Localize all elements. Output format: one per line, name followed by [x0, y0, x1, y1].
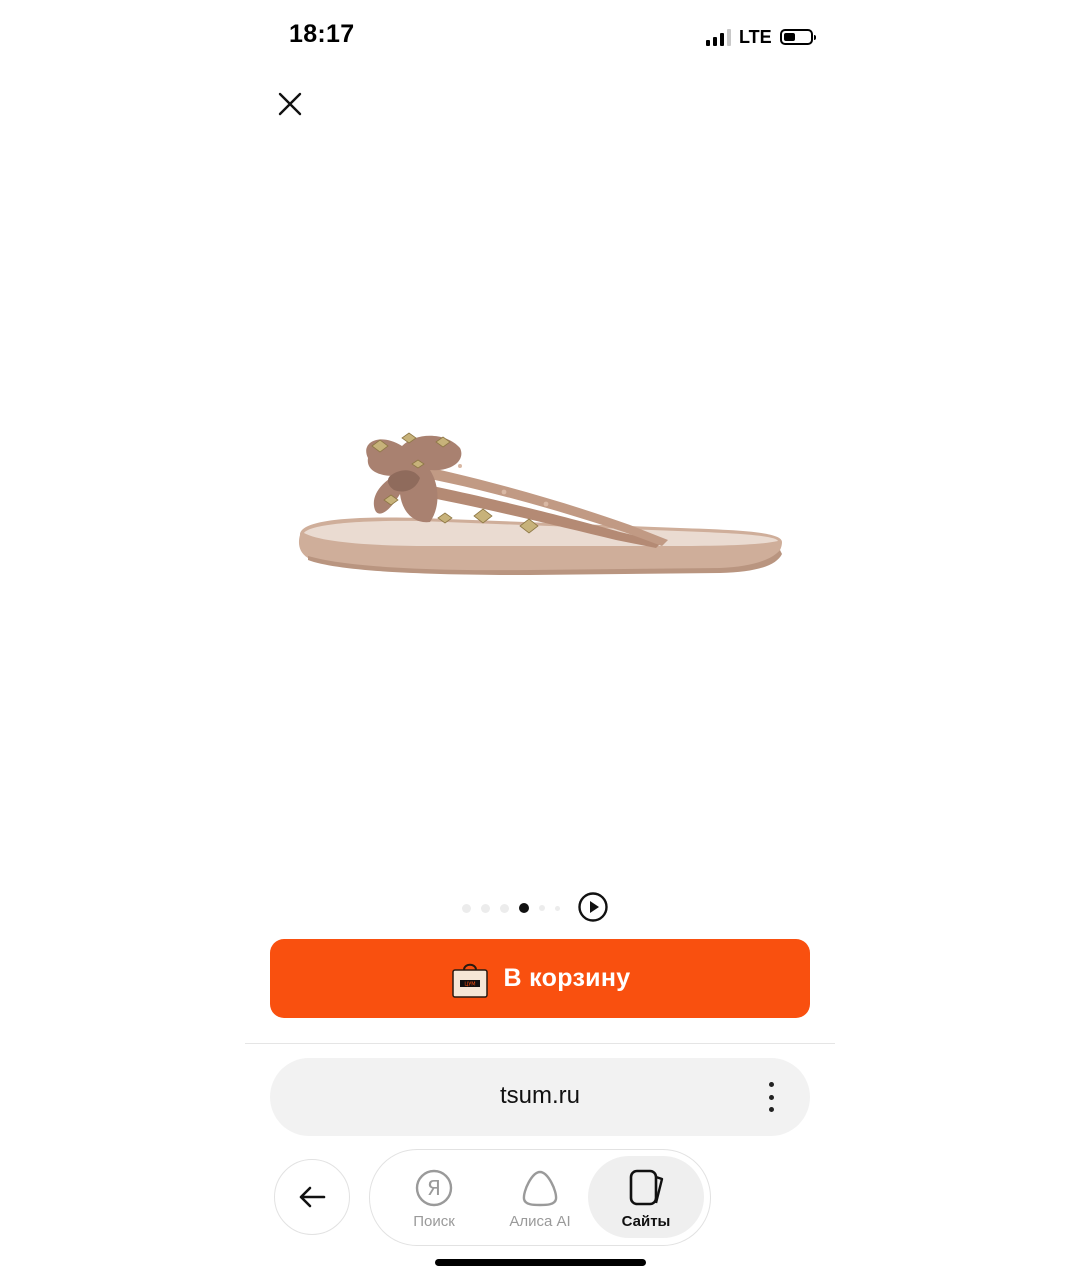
nav-search[interactable]: Я Поиск: [376, 1156, 492, 1238]
close-icon: [278, 92, 302, 116]
tabs-icon: [629, 1169, 664, 1206]
home-indicator: [435, 1259, 646, 1266]
shopping-bag-icon: ЦУМ: [451, 963, 488, 998]
gallery-dot[interactable]: [539, 905, 545, 911]
battery-icon: [779, 29, 816, 45]
play-icon: [578, 892, 608, 922]
svg-text:Я: Я: [427, 1176, 441, 1200]
more-menu-button[interactable]: [758, 1082, 784, 1112]
address-text: tsum.ru: [499, 1082, 580, 1109]
nav-sites[interactable]: Сайты: [588, 1156, 704, 1238]
nav-alice-label: Алиса AI: [509, 1213, 571, 1230]
nav-search-label: Поиск: [413, 1213, 455, 1230]
gallery-dot[interactable]: [500, 903, 509, 913]
divider: [245, 1043, 835, 1044]
signal-icon: [706, 28, 731, 46]
bottom-nav: Я Поиск Алиса AI Сайты: [369, 1149, 711, 1246]
status-time: 18:17: [289, 20, 355, 48]
gallery-pagination[interactable]: [462, 893, 560, 923]
more-vertical-icon: [768, 1082, 774, 1087]
gallery-dot[interactable]: [462, 903, 471, 913]
yandex-search-icon: Я: [415, 1169, 453, 1207]
play-video-button[interactable]: [577, 891, 609, 923]
add-to-cart-button[interactable]: ЦУМ В корзину: [270, 939, 810, 1018]
network-type: LTE: [739, 26, 772, 47]
svg-text:ЦУМ: ЦУМ: [464, 981, 475, 987]
address-bar[interactable]: tsum.ru: [270, 1058, 810, 1136]
alice-icon: [522, 1170, 558, 1207]
add-to-cart-label: В корзину: [503, 964, 631, 992]
status-indicators: LTE: [706, 25, 816, 49]
nav-alice[interactable]: Алиса AI: [482, 1156, 598, 1238]
gallery-dot[interactable]: [481, 903, 490, 913]
gallery-dot-active[interactable]: [519, 903, 529, 913]
nav-sites-label: Сайты: [621, 1213, 671, 1230]
back-button[interactable]: [274, 1159, 350, 1235]
arrow-left-icon: [299, 1186, 326, 1208]
close-button[interactable]: [274, 88, 306, 120]
product-photo[interactable]: [290, 420, 790, 590]
gallery-dot[interactable]: [555, 905, 560, 911]
